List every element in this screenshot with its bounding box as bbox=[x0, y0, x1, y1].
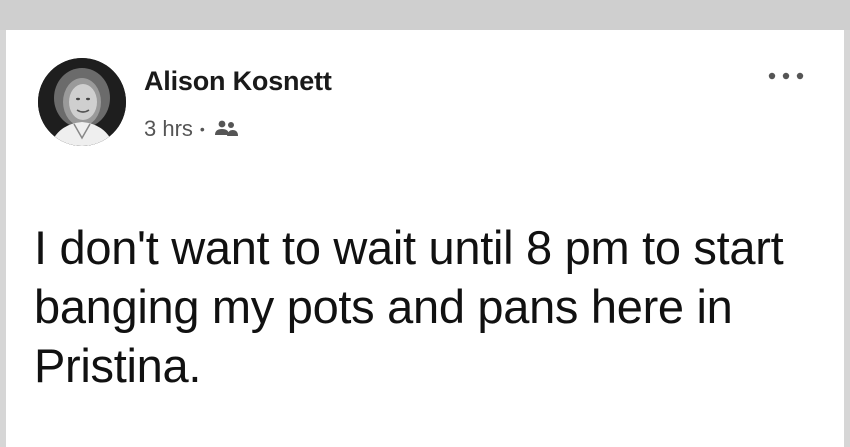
post-body-text: I don't want to wait until 8 pm to start… bbox=[34, 221, 784, 392]
post-timestamp[interactable]: 3 hrs bbox=[144, 116, 193, 142]
friends-icon[interactable] bbox=[213, 119, 241, 139]
avatar[interactable] bbox=[38, 58, 126, 146]
more-options-button[interactable] bbox=[764, 64, 808, 88]
top-bar bbox=[0, 0, 850, 30]
more-options-icon bbox=[768, 72, 804, 80]
profile-photo bbox=[38, 58, 126, 146]
author-name[interactable]: Alison Kosnett bbox=[144, 66, 332, 97]
post-meta: 3 hrs • bbox=[144, 116, 241, 142]
meta-separator: • bbox=[199, 121, 205, 137]
frame-right-border bbox=[844, 30, 850, 447]
